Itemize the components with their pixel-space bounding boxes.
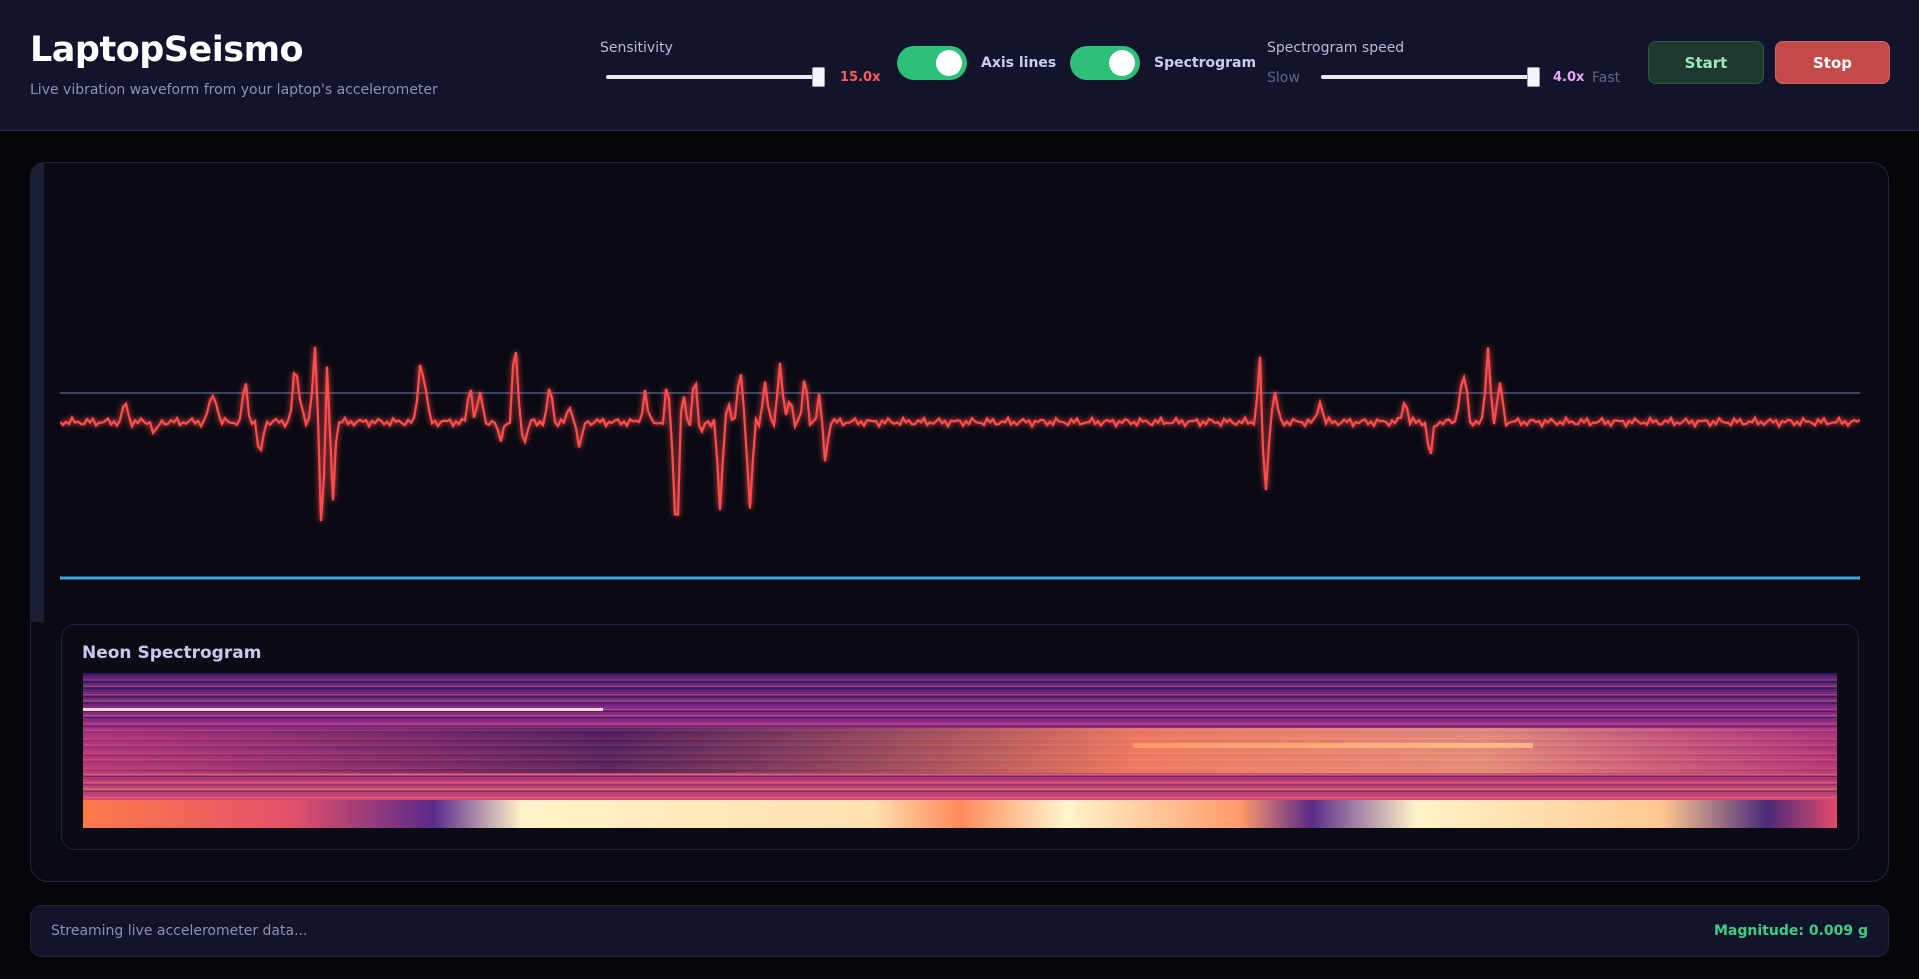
stop-button[interactable]: Stop	[1775, 41, 1890, 84]
speed-slider-thumb[interactable]	[1527, 67, 1540, 87]
sensitivity-value: 15.0x	[840, 70, 881, 85]
sensitivity-slider[interactable]	[606, 67, 825, 87]
toggle-knob	[936, 50, 962, 76]
speed-slow-label: Slow	[1267, 70, 1300, 86]
spectrogram-toggle[interactable]	[1070, 46, 1140, 80]
sensitivity-slider-thumb[interactable]	[812, 67, 825, 87]
top-bar: LaptopSeismo Live vibration waveform fro…	[0, 0, 1919, 131]
speed-value: 4.0x	[1553, 70, 1585, 85]
spectrogram-title: Neon Spectrogram	[82, 643, 262, 663]
toggle-knob	[1109, 50, 1135, 76]
spectrogram-image	[83, 673, 1837, 828]
axis-lines-toggle[interactable]	[897, 46, 967, 80]
status-bar	[30, 905, 1889, 957]
app-subtitle: Live vibration waveform from your laptop…	[30, 82, 438, 98]
speed-fast-label: Fast	[1592, 70, 1621, 86]
spectrogram-label: Spectrogram	[1154, 55, 1257, 71]
app-title: LaptopSeismo	[30, 30, 304, 70]
start-button[interactable]: Start	[1648, 41, 1764, 84]
waveform-canvas	[60, 346, 1860, 580]
magnitude-readout: Magnitude: 0.009 g	[1714, 923, 1868, 939]
panel-scroll-edge	[30, 162, 44, 622]
speed-label: Spectrogram speed	[1267, 40, 1405, 56]
axis-lines-label: Axis lines	[981, 55, 1057, 71]
sensitivity-label: Sensitivity	[600, 40, 673, 56]
speed-slider[interactable]	[1321, 67, 1540, 87]
waveform-trace	[60, 346, 1860, 522]
status-message: Streaming live accelerometer data...	[51, 923, 308, 939]
